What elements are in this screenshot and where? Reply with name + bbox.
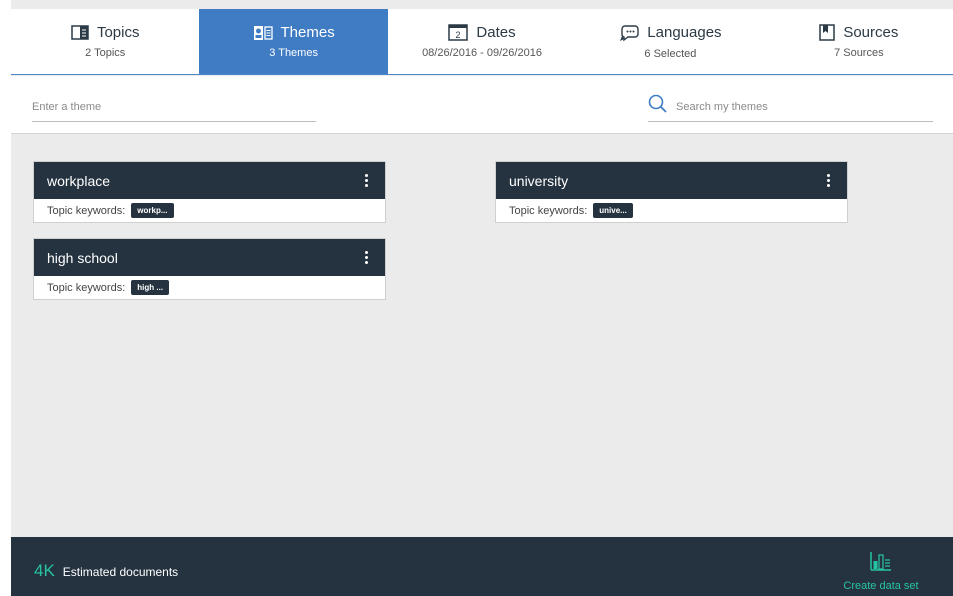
footer-bar: 4K Estimated documents Create data set: [11, 537, 953, 596]
theme-card-high-school[interactable]: high school Topic keywords: high ...: [33, 238, 386, 300]
tab-bar: Topics 2 Topics Themes 3 Themes 2 Dates …: [11, 9, 953, 75]
tab-dates-subtitle: 08/26/2016 - 09/26/2016: [422, 47, 542, 59]
calendar-day-number: 2: [456, 30, 461, 40]
create-data-set-button[interactable]: Create data set: [839, 551, 923, 592]
theme-card-university[interactable]: university Topic keywords: unive...: [495, 161, 848, 223]
theme-card-keywords: Topic keywords: unive...: [496, 199, 847, 222]
calendar-icon: 2: [448, 24, 469, 41]
estimated-documents-count: 4K: [34, 561, 55, 580]
tab-topics-subtitle: 2 Topics: [85, 47, 126, 59]
keyword-chip[interactable]: workp...: [131, 203, 174, 218]
more-options-icon[interactable]: [821, 171, 835, 191]
keyword-chip[interactable]: high ...: [131, 280, 170, 295]
tab-themes-subtitle: 3 Themes: [269, 47, 318, 59]
theme-entry-bar: [11, 76, 953, 134]
theme-card-header: university: [496, 162, 847, 199]
tab-dates[interactable]: 2 Dates 08/26/2016 - 09/26/2016: [388, 9, 576, 74]
speech-bubble-icon: [619, 24, 639, 42]
tab-themes[interactable]: Themes 3 Themes: [199, 9, 388, 74]
themes-icon: [253, 25, 273, 41]
tab-sources-title: Sources: [843, 24, 899, 41]
tab-sources[interactable]: Sources 7 Sources: [765, 9, 953, 74]
estimated-documents: 4K Estimated documents: [34, 561, 178, 581]
tab-languages[interactable]: Languages 6 Selected: [576, 9, 764, 74]
tab-languages-subtitle: 6 Selected: [644, 47, 697, 60]
create-data-set-label: Create data set: [843, 580, 919, 592]
theme-card-title: workplace: [47, 172, 111, 189]
book-icon: [71, 25, 89, 40]
window-left-edge: [0, 0, 11, 596]
theme-card-title: university: [509, 172, 569, 189]
more-options-icon[interactable]: [359, 248, 373, 268]
keywords-label: Topic keywords:: [47, 204, 126, 217]
source-doc-icon: [819, 24, 836, 41]
more-options-icon[interactable]: [359, 171, 373, 191]
theme-card-keywords: Topic keywords: high ...: [34, 276, 385, 299]
keywords-label: Topic keywords:: [47, 281, 126, 294]
keywords-label: Topic keywords:: [509, 204, 588, 217]
app-container: Topics 2 Topics Themes 3 Themes 2 Dates …: [11, 0, 953, 596]
search-themes-input[interactable]: [676, 100, 933, 113]
search-themes-field[interactable]: [648, 92, 933, 122]
tab-topics-title: Topics: [96, 24, 140, 41]
tab-languages-title: Languages: [647, 24, 722, 41]
enter-theme-input[interactable]: [32, 92, 316, 122]
theme-card-header: workplace: [34, 162, 385, 199]
theme-card-title: high school: [47, 249, 118, 266]
theme-card-keywords: Topic keywords: workp...: [34, 199, 385, 222]
tab-themes-title: Themes: [280, 24, 335, 41]
search-icon: [648, 94, 676, 119]
tab-sources-subtitle: 7 Sources: [834, 47, 884, 59]
tab-dates-title: Dates: [476, 24, 516, 41]
keyword-chip[interactable]: unive...: [593, 203, 633, 218]
theme-card-header: high school: [34, 239, 385, 276]
tab-topics[interactable]: Topics 2 Topics: [11, 9, 199, 74]
bar-chart-icon: [870, 551, 892, 576]
estimated-documents-label: Estimated documents: [62, 565, 179, 579]
theme-card-workplace[interactable]: workplace Topic keywords: workp...: [33, 161, 386, 223]
